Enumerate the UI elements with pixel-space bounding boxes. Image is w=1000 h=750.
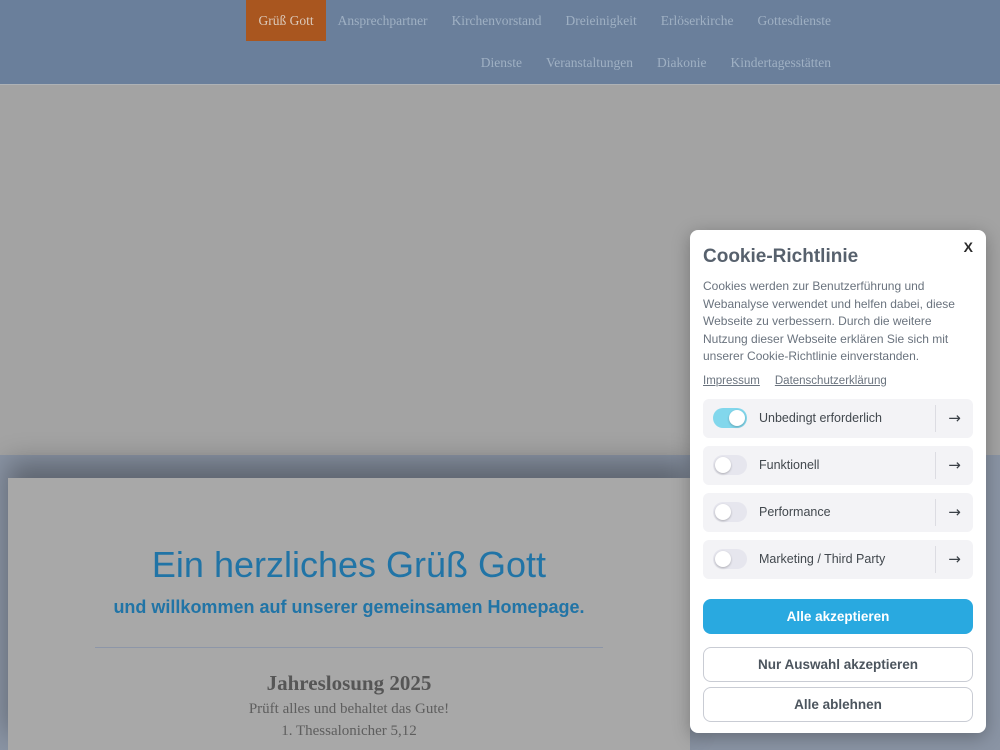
main-navigation: Grüß Gott Ansprechpartner Kirchenvorstan… (0, 0, 1000, 84)
toggle-knob (715, 457, 731, 473)
cookie-category-row-marketing: Marketing / Third Party → (703, 540, 973, 579)
nav-row-secondary: Dienste Veranstaltungen Diakonie Kindert… (469, 41, 843, 84)
nav-item-gruess-gott[interactable]: Grüß Gott (246, 0, 325, 41)
toggle-performance[interactable] (713, 502, 747, 522)
section-divider (95, 647, 603, 648)
cookie-category-label: Marketing / Third Party (759, 552, 885, 566)
cookie-category-list: Unbedingt erforderlich → Funktionell → P… (703, 399, 973, 579)
nav-item-gottesdienste[interactable]: Gottesdienste (746, 0, 844, 41)
datenschutz-link[interactable]: Datenschutzerklärung (775, 375, 887, 387)
annual-verse-reference: 1. Thessalonicher 5,12 (8, 722, 690, 740)
accept-all-button[interactable]: Alle akzeptieren (703, 599, 973, 634)
nav-row-primary: Grüß Gott Ansprechpartner Kirchenvorstan… (246, 0, 843, 41)
toggle-marketing[interactable] (713, 549, 747, 569)
nav-item-diakonie[interactable]: Diakonie (645, 41, 719, 84)
welcome-headline: Ein herzliches Grüß Gott (8, 544, 690, 585)
impressum-link[interactable]: Impressum (703, 375, 760, 387)
toggle-knob (715, 551, 731, 567)
nav-item-kindertagesstaetten[interactable]: Kindertagesstätten (719, 41, 843, 84)
cookie-category-label: Funktionell (759, 458, 819, 472)
toggle-essential[interactable] (713, 408, 747, 428)
toggle-functional[interactable] (713, 455, 747, 475)
cookie-category-label: Performance (759, 505, 831, 519)
accept-selection-button[interactable]: Nur Auswahl akzeptieren (703, 647, 973, 682)
nav-item-ansprechpartner[interactable]: Ansprechpartner (326, 0, 440, 41)
cookie-dialog-links: Impressum Datenschutzerklärung (703, 375, 973, 387)
toggle-knob (715, 504, 731, 520)
cookie-category-label: Unbedingt erforderlich (759, 411, 882, 425)
arrow-right-icon[interactable]: → (936, 456, 973, 474)
cookie-category-row-performance: Performance → (703, 493, 973, 532)
close-icon[interactable]: X (964, 239, 973, 255)
toggle-knob (729, 410, 745, 426)
arrow-right-icon[interactable]: → (936, 550, 973, 568)
cookie-dialog-title: Cookie-Richtlinie (703, 246, 973, 268)
arrow-right-icon[interactable]: → (936, 409, 973, 427)
nav-item-veranstaltungen[interactable]: Veranstaltungen (534, 41, 645, 84)
nav-item-dreieinigkeit[interactable]: Dreieinigkeit (554, 0, 649, 41)
welcome-subheadline: und willkommen auf unserer gemeinsamen H… (8, 597, 690, 618)
nav-item-erloeserkirche[interactable]: Erlöserkirche (649, 0, 746, 41)
cookie-category-row-functional: Funktionell → (703, 446, 973, 485)
cookie-dialog-description: Cookies werden zur Benutzerführung und W… (703, 278, 973, 366)
arrow-right-icon[interactable]: → (936, 503, 973, 521)
annual-verse-title: Jahreslosung 2025 (8, 670, 690, 696)
welcome-card: Ein herzliches Grüß Gott und willkommen … (8, 478, 690, 750)
nav-item-dienste[interactable]: Dienste (469, 41, 534, 84)
nav-item-kirchenvorstand[interactable]: Kirchenvorstand (440, 0, 554, 41)
cookie-consent-dialog: X Cookie-Richtlinie Cookies werden zur B… (690, 230, 986, 733)
reject-all-button[interactable]: Alle ablehnen (703, 687, 973, 722)
annual-verse-text: Prüft alles und behaltet das Gute! (8, 700, 690, 718)
cookie-category-row-essential: Unbedingt erforderlich → (703, 399, 973, 438)
